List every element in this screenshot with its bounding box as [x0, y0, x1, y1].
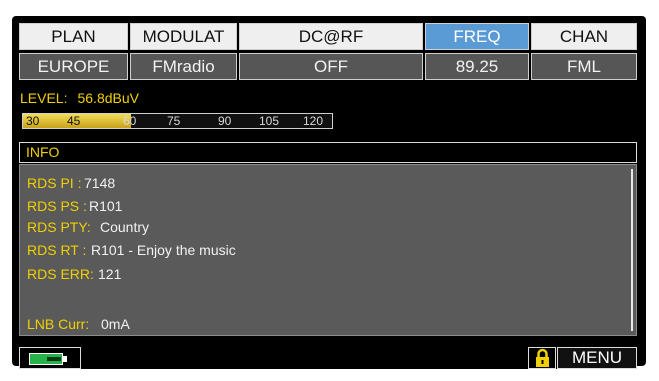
info-row-rds-err: RDS ERR: 121 [27, 266, 121, 282]
tab-freq-label: FREQ [453, 26, 501, 46]
tab-dcrf-label: DC@RF [298, 26, 364, 46]
lnb-curr-label: LNB Curr: [27, 316, 90, 332]
rds-rt-label: RDS RT : [27, 242, 87, 258]
plug-icon [47, 357, 61, 361]
tab-modulat[interactable]: MODULAT [130, 23, 237, 50]
dcrf-value[interactable]: OFF [239, 53, 423, 80]
level-value: 56.8dBuV [77, 90, 139, 106]
rds-pi-value: 7148 [84, 175, 116, 191]
tab-dcrf[interactable]: DC@RF [239, 23, 423, 50]
rds-err-value: 121 [98, 266, 122, 282]
tab-plan[interactable]: PLAN [19, 23, 128, 50]
tab-freq[interactable]: FREQ [425, 23, 529, 50]
battery-status [19, 347, 81, 369]
info-header: INFO [19, 142, 637, 163]
lock-button[interactable] [528, 347, 556, 369]
battery-charging-icon [29, 353, 63, 365]
rds-ps-value: R101 [89, 198, 123, 214]
menu-button[interactable]: MENU [557, 347, 637, 369]
tab-modulat-label: MODULAT [142, 26, 225, 46]
rds-pty-value: Country [100, 219, 150, 235]
scale-tick: 75 [167, 114, 181, 128]
rds-pi-label: RDS PI : [27, 175, 82, 191]
info-panel: RDS PI :7148 RDS PS : R101 RDS PTY: Countr… [19, 164, 637, 336]
info-row-rds-pi: RDS PI :7148 [27, 175, 115, 191]
tab-chan-label: CHAN [559, 26, 609, 46]
level-readout: LEVEL: 56.8dBuV [20, 90, 149, 106]
info-row-rds-ps: RDS PS : R101 [27, 198, 122, 214]
modulat-value[interactable]: FMradio [130, 53, 237, 80]
level-label: LEVEL: [20, 90, 68, 106]
info-row-rds-pty: RDS PTY: Country [27, 219, 149, 235]
plan-value-text: EUROPE [37, 56, 110, 76]
chan-value[interactable]: FML [531, 53, 637, 80]
info-title: INFO [26, 144, 60, 160]
level-bar: 30 45 60 75 90 105 120 [22, 113, 333, 129]
scale-tick: 90 [218, 114, 232, 128]
rds-ps-label: RDS PS : [27, 198, 87, 214]
rds-rt-value: R101 - Enjoy the music [91, 242, 236, 258]
freq-value[interactable]: 89.25 [425, 53, 529, 80]
scale-tick: 105 [259, 114, 280, 128]
scale-tick: 60 [123, 114, 137, 128]
menu-label: MENU [571, 348, 623, 367]
info-row-lnb-curr: LNB Curr: 0mA [27, 316, 130, 332]
rds-pty-label: RDS PTY: [27, 219, 91, 235]
scale-tick: 45 [67, 114, 81, 128]
plan-value[interactable]: EUROPE [19, 53, 128, 80]
scale-tick: 30 [26, 114, 40, 128]
freq-value-text: 89.25 [455, 56, 499, 76]
info-scrollbar[interactable] [631, 169, 633, 331]
dcrf-value-text: OFF [314, 56, 348, 76]
tab-chan[interactable]: CHAN [531, 23, 637, 50]
scale-tick: 120 [303, 114, 324, 128]
modulat-value-text: FMradio [152, 56, 215, 76]
lnb-curr-value: 0mA [101, 316, 130, 332]
tab-plan-label: PLAN [51, 26, 96, 46]
info-row-rds-rt: RDS RT : R101 - Enjoy the music [27, 242, 236, 258]
rds-err-label: RDS ERR: [27, 266, 94, 282]
battery-tip [63, 356, 67, 362]
chan-value-text: FML [567, 56, 601, 76]
analyzer-screen: PLAN MODULAT DC@RF FREQ CHAN EUROPE FMra… [12, 16, 646, 369]
status-bar: MENU [19, 347, 637, 369]
lock-icon [536, 348, 549, 367]
